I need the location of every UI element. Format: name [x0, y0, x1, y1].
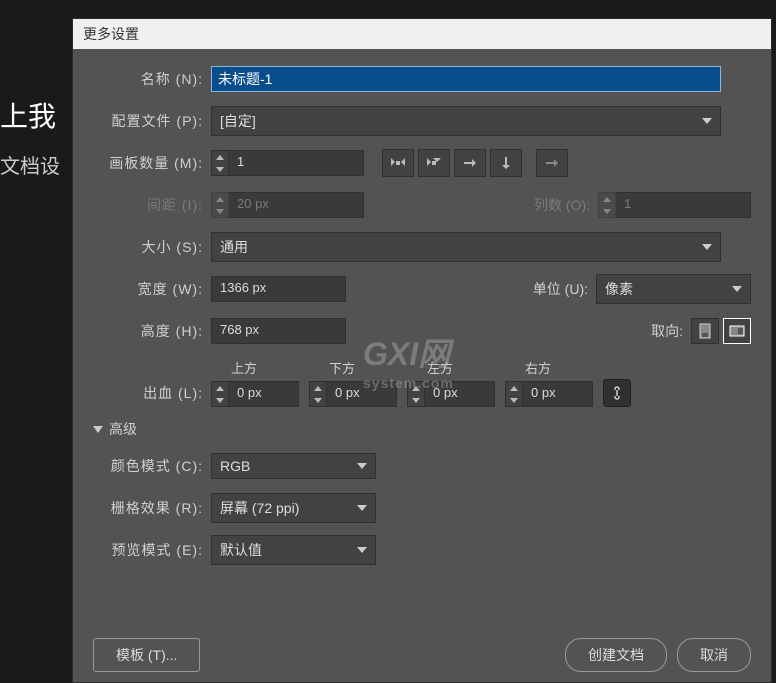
spin-down-icon[interactable] — [506, 394, 522, 406]
raster-value: 屏幕 (72 ppi) — [220, 498, 299, 518]
orientation-portrait-button[interactable] — [691, 318, 719, 344]
dialog-body: 名称 (N): 配置文件 (P): [自定] 画板数量 (M): 1 — [73, 49, 771, 592]
bleed-right-spinner[interactable]: 0 px — [505, 381, 593, 407]
bleed-top-label: 上方 — [231, 358, 299, 377]
advanced-section-toggle[interactable]: 高级 — [93, 419, 751, 439]
chevron-down-icon — [702, 244, 712, 250]
preview-value: 默认值 — [220, 540, 262, 560]
bleed-bottom-spinner[interactable]: 0 px — [309, 381, 397, 407]
dialog-footer: 模板 (T)... 创建文档 取消 — [73, 628, 771, 682]
bleed-bottom-value[interactable]: 0 px — [327, 381, 397, 407]
bleed-bottom-label: 下方 — [329, 358, 397, 377]
bleed-left-label: 左方 — [427, 358, 495, 377]
triangle-down-icon — [93, 426, 103, 433]
spin-down-icon — [599, 205, 615, 217]
bg-text-2: 文档设 — [0, 150, 60, 179]
columns-label: 列数 (O): — [534, 195, 590, 215]
name-label: 名称 (N): — [93, 69, 211, 89]
raster-select[interactable]: 屏幕 (72 ppi) — [211, 493, 376, 523]
profile-select[interactable]: [自定] — [211, 106, 721, 136]
chevron-down-icon — [702, 118, 712, 124]
name-input[interactable] — [211, 66, 721, 92]
units-label: 单位 (U): — [533, 279, 588, 299]
spacing-value: 20 px — [229, 192, 364, 218]
profile-label: 配置文件 (P): — [93, 111, 211, 131]
height-label: 高度 (H): — [93, 321, 211, 341]
chevron-down-icon — [357, 463, 367, 469]
create-document-button[interactable]: 创建文档 — [565, 638, 667, 672]
raster-label: 栅格效果 (R): — [93, 498, 211, 518]
advanced-label: 高级 — [109, 419, 137, 439]
profile-value: [自定] — [220, 111, 256, 131]
orientation-label: 取向: — [651, 321, 683, 341]
width-label: 宽度 (W): — [93, 279, 211, 299]
spin-up-icon[interactable] — [506, 382, 522, 394]
bleed-label: 出血 (L): — [93, 383, 211, 407]
units-select[interactable]: 像素 — [596, 274, 751, 304]
arrow-right-alt-icon[interactable] — [536, 149, 568, 177]
size-value: 通用 — [220, 237, 248, 257]
more-settings-dialog: 更多设置 名称 (N): 配置文件 (P): [自定] 画板数量 (M): 1 — [72, 18, 772, 683]
colormode-value: RGB — [220, 458, 250, 474]
chevron-down-icon — [357, 505, 367, 511]
spin-up-icon[interactable] — [212, 382, 228, 394]
artboards-label: 画板数量 (M): — [93, 153, 211, 173]
spin-up-icon[interactable] — [408, 382, 424, 394]
columns-value: 1 — [616, 192, 751, 218]
dialog-titlebar: 更多设置 — [73, 19, 771, 49]
spacing-spinner: 20 px — [211, 192, 364, 218]
dialog-title: 更多设置 — [83, 24, 139, 44]
spin-up-icon[interactable] — [212, 151, 228, 163]
arrow-down-icon[interactable] — [490, 149, 522, 177]
template-button[interactable]: 模板 (T)... — [93, 638, 200, 672]
colormode-select[interactable]: RGB — [211, 453, 376, 479]
bg-text-1: 上我 — [0, 95, 56, 135]
bleed-left-spinner[interactable]: 0 px — [407, 381, 495, 407]
spin-down-icon — [212, 205, 228, 217]
size-label: 大小 (S): — [93, 237, 211, 257]
bleed-top-spinner[interactable]: 0 px — [211, 381, 299, 407]
size-select[interactable]: 通用 — [211, 232, 721, 262]
units-value: 像素 — [605, 279, 633, 299]
spin-down-icon[interactable] — [212, 163, 228, 175]
spin-down-icon[interactable] — [310, 394, 326, 406]
artboards-spinner[interactable]: 1 — [211, 150, 364, 176]
arrow-right-icon[interactable] — [454, 149, 486, 177]
orientation-landscape-button[interactable] — [723, 318, 751, 344]
grid-col-icon[interactable] — [418, 149, 450, 177]
preview-select[interactable]: 默认值 — [211, 535, 376, 565]
columns-spinner: 1 — [598, 192, 751, 218]
chevron-down-icon — [357, 547, 367, 553]
spin-up-icon — [212, 193, 228, 205]
bleed-right-value[interactable]: 0 px — [523, 381, 593, 407]
spin-up-icon[interactable] — [310, 382, 326, 394]
artboards-value[interactable]: 1 — [229, 150, 364, 176]
spin-up-icon — [599, 193, 615, 205]
preview-label: 预览模式 (E): — [93, 540, 211, 560]
link-bleed-button[interactable] — [603, 379, 631, 407]
height-input[interactable]: 768 px — [211, 318, 346, 344]
grid-row-icon[interactable] — [382, 149, 414, 177]
bleed-top-value[interactable]: 0 px — [229, 381, 299, 407]
cancel-button[interactable]: 取消 — [677, 638, 751, 672]
spin-down-icon[interactable] — [408, 394, 424, 406]
colormode-label: 颜色模式 (C): — [93, 456, 211, 476]
bleed-left-value[interactable]: 0 px — [425, 381, 495, 407]
bleed-right-label: 右方 — [525, 358, 593, 377]
spacing-label: 间距 (I): — [93, 195, 211, 215]
chevron-down-icon — [732, 286, 742, 292]
width-input[interactable]: 1366 px — [211, 276, 346, 302]
spin-down-icon[interactable] — [212, 394, 228, 406]
